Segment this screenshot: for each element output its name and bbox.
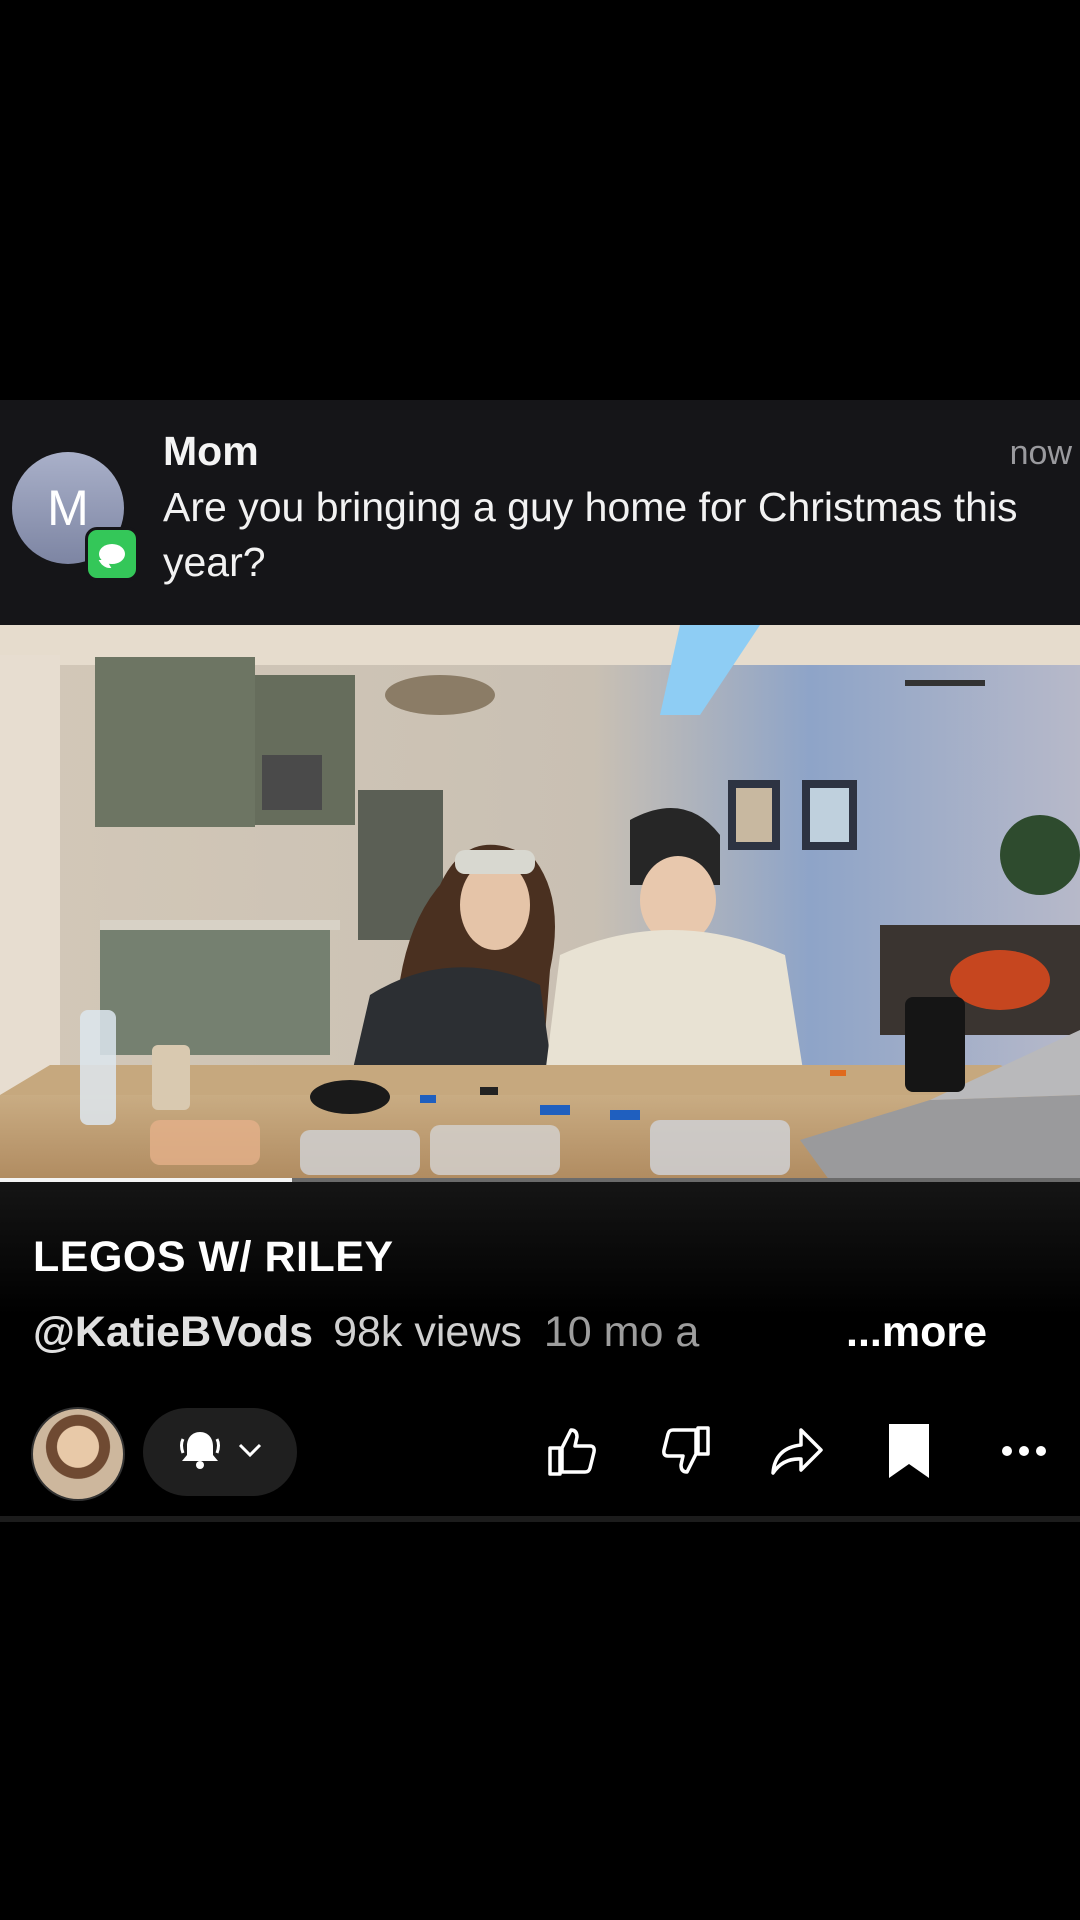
video-title[interactable]: LEGOS W/ RILEY [33, 1233, 394, 1282]
view-count: 98k views [333, 1308, 522, 1356]
channel-avatar[interactable] [31, 1407, 125, 1501]
notification-time: now [1009, 434, 1072, 472]
more-description-button[interactable]: ...more [846, 1308, 987, 1357]
share-button[interactable] [766, 1422, 828, 1484]
more-options-button[interactable] [993, 1422, 1055, 1484]
divider [0, 1516, 1080, 1522]
share-icon [767, 1422, 827, 1485]
thumbs-up-icon [544, 1422, 602, 1485]
thumbs-down-icon [656, 1422, 714, 1485]
upload-age: 10 mo a [543, 1308, 700, 1356]
chevron-down-icon [237, 1441, 263, 1464]
subscription-notification-button[interactable] [143, 1408, 297, 1496]
video-player[interactable] [0, 625, 1080, 1181]
video-frame [0, 625, 1080, 1181]
messages-icon [85, 527, 139, 581]
notification-sender: Mom [163, 428, 259, 474]
bookmark-icon [883, 1421, 935, 1486]
bell-icon [177, 1427, 223, 1478]
like-button[interactable] [542, 1422, 604, 1484]
contact-initial: M [47, 480, 89, 536]
save-button[interactable] [878, 1422, 940, 1484]
more-horizontal-icon [1000, 1444, 1048, 1463]
channel-handle[interactable]: @KatieBVods [33, 1308, 313, 1356]
dislike-button[interactable] [654, 1422, 716, 1484]
video-meta: @KatieBVods 98k views 10 mo a [33, 1308, 699, 1357]
notification-message: Are you bringing a guy home for Christma… [163, 484, 1018, 585]
